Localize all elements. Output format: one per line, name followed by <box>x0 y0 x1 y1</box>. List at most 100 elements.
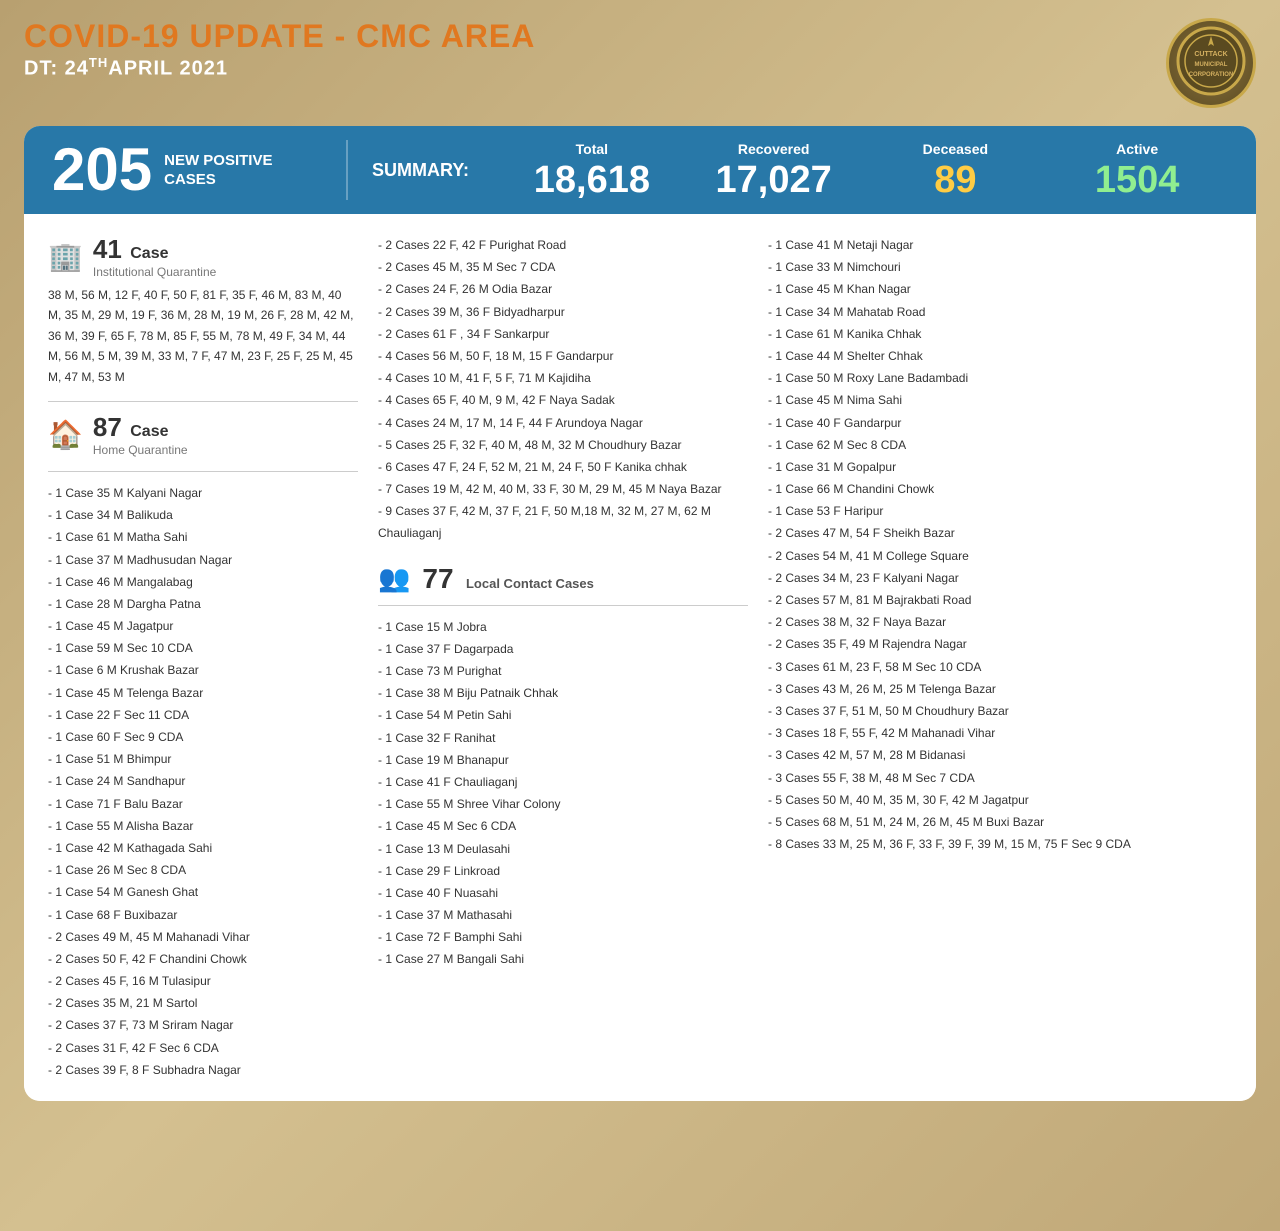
total-label: Total <box>501 141 683 157</box>
list-item: 1 Case 55 M Shree Vihar Colony <box>378 793 748 815</box>
list-item: 4 Cases 56 M, 50 F, 18 M, 15 F Gandarpur <box>378 345 748 367</box>
list-item: 1 Case 6 M Krushak Bazar <box>48 659 358 681</box>
list-item: 1 Case 45 M Telenga Bazar <box>48 682 358 704</box>
list-item: 2 Cases 45 M, 35 M Sec 7 CDA <box>378 256 748 278</box>
list-item: 1 Case 61 M Matha Sahi <box>48 526 358 548</box>
list-item: 1 Case 41 M Netaji Nagar <box>768 234 1232 256</box>
list-item: 1 Case 54 M Petin Sahi <box>378 704 748 726</box>
lc-count-block: 77 Local Contact Cases <box>422 563 593 595</box>
new-positive-block: 205 NEW POSITIVE CASES <box>52 140 322 200</box>
svg-text:CUTTACK: CUTTACK <box>1194 51 1227 58</box>
list-item: 3 Cases 42 M, 57 M, 28 M Bidanasi <box>768 744 1232 766</box>
deceased-value: 89 <box>865 161 1047 199</box>
list-item: 1 Case 72 F Bamphi Sahi <box>378 926 748 948</box>
deceased-label: Deceased <box>865 141 1047 157</box>
iq-label: Case <box>130 245 168 262</box>
list-item: 1 Case 15 M Jobra <box>378 616 748 638</box>
list-item: 3 Cases 37 F, 51 M, 50 M Choudhury Bazar <box>768 700 1232 722</box>
list-item: 1 Case 19 M Bhanapur <box>378 749 748 771</box>
hq-sublabel: Home Quarantine <box>93 443 188 457</box>
stat-active: Active 1504 <box>1046 141 1228 199</box>
divider-2 <box>48 471 358 472</box>
list-item: 1 Case 29 F Linkroad <box>378 860 748 882</box>
date-label: DT: 24 <box>24 58 89 80</box>
list-item: 1 Case 45 M Jagatpur <box>48 615 358 637</box>
list-item: 2 Cases 47 M, 54 F Sheikh Bazar <box>768 522 1232 544</box>
logo-circle: CUTTACK MUNICIPAL CORPORATION <box>1166 18 1256 108</box>
list-item: 1 Case 41 F Chauliaganj <box>378 771 748 793</box>
list-item: 1 Case 73 M Purighat <box>378 660 748 682</box>
iq-count-label: 41 Case Institutional Quarantine <box>93 234 216 279</box>
title-block: COVID-19 UPDATE - CMC AREA DT: 24THAPRIL… <box>24 18 535 81</box>
active-label: Active <box>1046 141 1228 157</box>
list-item: 2 Cases 31 F, 42 F Sec 6 CDA <box>48 1037 358 1059</box>
list-item: 2 Cases 57 M, 81 M Bajrakbati Road <box>768 589 1232 611</box>
list-item: 1 Case 34 M Mahatab Road <box>768 301 1232 323</box>
list-item: 5 Cases 50 M, 40 M, 35 M, 30 F, 42 M Jag… <box>768 789 1232 811</box>
hq-count-label: 87 Case Home Quarantine <box>93 412 188 457</box>
list-item: 1 Case 68 F Buxibazar <box>48 904 358 926</box>
list-item: 1 Case 53 F Haripur <box>768 500 1232 522</box>
header-area: COVID-19 UPDATE - CMC AREA DT: 24THAPRIL… <box>24 18 1256 108</box>
list-item: 2 Cases 50 F, 42 F Chandini Chowk <box>48 948 358 970</box>
recovered-label: Recovered <box>683 141 865 157</box>
new-positive-cases: CASES <box>164 170 272 190</box>
list-item: 1 Case 37 M Mathasahi <box>378 904 748 926</box>
list-item: 1 Case 37 F Dagarpada <box>378 638 748 660</box>
lc-header: 👥 77 Local Contact Cases <box>378 563 748 595</box>
new-positive-label-block: NEW POSITIVE CASES <box>164 151 272 190</box>
list-item: 1 Case 40 F Gandarpur <box>768 412 1232 434</box>
stat-total: Total 18,618 <box>501 141 683 199</box>
home-quarantine-block: 🏠 87 Case Home Quarantine <box>48 412 358 457</box>
right-cases-list: 1 Case 41 M Netaji Nagar1 Case 33 M Nimc… <box>768 234 1232 855</box>
svg-text:CORPORATION: CORPORATION <box>1189 72 1234 78</box>
list-item: 1 Case 26 M Sec 8 CDA <box>48 859 358 881</box>
iq-data: 38 M, 56 M, 12 F, 40 F, 50 F, 81 F, 35 F… <box>48 285 358 387</box>
summary-stats: Total 18,618 Recovered 17,027 Deceased 8… <box>501 141 1228 199</box>
stat-deceased: Deceased 89 <box>865 141 1047 199</box>
main-title: COVID-19 UPDATE - CMC AREA <box>24 18 535 55</box>
new-positive-number: 205 <box>52 140 152 200</box>
list-item: 2 Cases 54 M, 41 M College Square <box>768 545 1232 567</box>
list-item: 4 Cases 65 F, 40 M, 9 M, 42 F Naya Sadak <box>378 389 748 411</box>
list-item: 1 Case 45 M Khan Nagar <box>768 278 1232 300</box>
list-item: 4 Cases 10 M, 41 F, 5 F, 71 M Kajidiha <box>378 367 748 389</box>
list-item: 1 Case 13 M Deulasahi <box>378 838 748 860</box>
list-item: 1 Case 55 M Alisha Bazar <box>48 815 358 837</box>
iq-sublabel: Institutional Quarantine <box>93 265 216 279</box>
date-sup: TH <box>89 55 108 70</box>
list-item: 1 Case 40 F Nuasahi <box>378 882 748 904</box>
summary-divider <box>346 140 348 200</box>
list-item: 2 Cases 24 F, 26 M Odia Bazar <box>378 278 748 300</box>
list-item: 2 Cases 61 F , 34 F Sankarpur <box>378 323 748 345</box>
list-item: 2 Cases 34 M, 23 F Kalyani Nagar <box>768 567 1232 589</box>
list-item: 1 Case 62 M Sec 8 CDA <box>768 434 1232 456</box>
main-card: 205 NEW POSITIVE CASES SUMMARY: Total 18… <box>24 126 1256 1101</box>
home-quarantine-list: 1 Case 35 M Kalyani Nagar1 Case 34 M Bal… <box>48 482 358 1081</box>
list-item: 1 Case 31 M Gopalpur <box>768 456 1232 478</box>
list-item: 2 Cases 22 F, 42 F Purighat Road <box>378 234 748 256</box>
recovered-value: 17,027 <box>683 161 865 199</box>
people-icon: 👥 <box>378 563 410 594</box>
hq-label: Case <box>130 423 168 440</box>
list-item: 5 Cases 25 F, 32 F, 40 M, 48 M, 32 M Cho… <box>378 434 748 456</box>
hq-header: 🏠 87 Case Home Quarantine <box>48 412 358 457</box>
list-item: 1 Case 71 F Balu Bazar <box>48 793 358 815</box>
list-item: 1 Case 61 M Kanika Chhak <box>768 323 1232 345</box>
lc-label: Local Contact Cases <box>466 576 594 591</box>
divider-lc <box>378 605 748 606</box>
list-item: 2 Cases 39 F, 8 F Subhadra Nagar <box>48 1059 358 1081</box>
list-item: 1 Case 22 F Sec 11 CDA <box>48 704 358 726</box>
sub-title: DT: 24THAPRIL 2021 <box>24 55 535 81</box>
list-item: 1 Case 28 M Dargha Patna <box>48 593 358 615</box>
list-item: 1 Case 50 M Roxy Lane Badambadi <box>768 367 1232 389</box>
institutional-quarantine-block: 🏢 41 Case Institutional Quarantine 38 M,… <box>48 234 358 387</box>
date-rest: APRIL 2021 <box>108 58 228 80</box>
list-item: 1 Case 27 M Bangali Sahi <box>378 948 748 970</box>
list-item: 1 Case 37 M Madhusudan Nagar <box>48 549 358 571</box>
list-item: 1 Case 32 F Ranihat <box>378 727 748 749</box>
list-item: 8 Cases 33 M, 25 M, 36 F, 33 F, 39 F, 39… <box>768 833 1232 855</box>
list-item: 6 Cases 47 F, 24 F, 52 M, 21 M, 24 F, 50… <box>378 456 748 478</box>
list-item: 1 Case 44 M Shelter Chhak <box>768 345 1232 367</box>
list-item: 1 Case 35 M Kalyani Nagar <box>48 482 358 504</box>
